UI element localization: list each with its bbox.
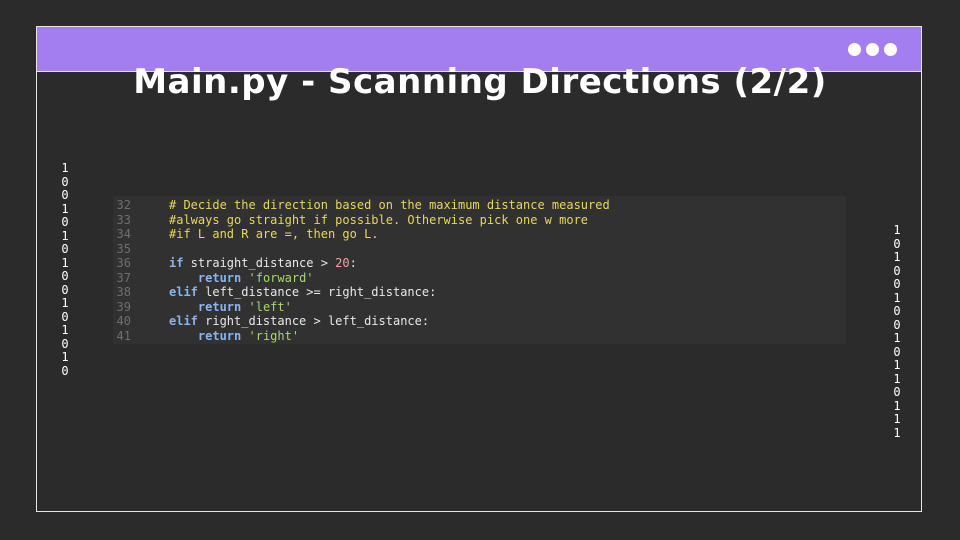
- line-number: 37: [116, 270, 131, 285]
- code-text: return 'forward': [169, 271, 314, 285]
- code-token: if: [169, 256, 184, 271]
- binary-digit: 1: [893, 358, 901, 372]
- code-snippet: 32 # Decide the direction based on the ma…: [113, 196, 846, 344]
- code-line: 38 elif left_distance >= right_distance:: [113, 285, 846, 300]
- code-token: :: [349, 256, 357, 271]
- code-text: return 'left': [169, 300, 292, 314]
- more-dots-icon[interactable]: [848, 43, 897, 56]
- code-token: elif: [169, 285, 198, 300]
- code-token: #if L and R are =, then go L.: [169, 227, 379, 242]
- code-text: if straight_distance > 20:: [169, 256, 357, 270]
- line-number: 39: [116, 299, 131, 314]
- binary-digit: 1: [61, 228, 69, 243]
- code-text: return 'right': [169, 329, 299, 343]
- code-token: elif: [169, 314, 198, 329]
- binary-digit: 1: [893, 425, 901, 440]
- line-number: 33: [116, 212, 131, 227]
- code-token: #always go straight if possible. Otherwi…: [169, 212, 589, 227]
- code-text: elif left_distance >= right_distance:: [169, 285, 436, 299]
- binary-digit: 0: [61, 309, 69, 324]
- code-token: return: [197, 299, 242, 314]
- binary-digit: 1: [893, 250, 901, 264]
- binary-digit: 0: [893, 277, 901, 291]
- binary-digit: 1: [893, 290, 901, 305]
- binary-digit: 0: [61, 215, 69, 229]
- code-token: right_distance > left_distance:: [197, 314, 430, 329]
- binary-digit: 1: [893, 331, 901, 345]
- binary-digit: 1: [893, 371, 901, 386]
- code-token: 'forward': [248, 270, 314, 285]
- dot: [866, 43, 879, 56]
- code-token: # Decide the direction based on the maxi…: [169, 198, 610, 213]
- code-line: 40 elif right_distance > left_distance:: [113, 314, 846, 329]
- code-token: return: [197, 270, 242, 285]
- binary-digit: 1: [893, 398, 901, 413]
- binary-digit: 0: [61, 188, 69, 202]
- binary-digit: 0: [893, 317, 901, 332]
- code-line: 33 #always go straight if possible. Other…: [113, 213, 846, 228]
- code-text: elif right_distance > left_distance:: [169, 314, 429, 328]
- binary-digit: 1: [61, 350, 69, 364]
- binary-digit: 1: [61, 323, 69, 337]
- code-line: 34 #if L and R are =, then go L.: [113, 227, 846, 242]
- binary-digit: 0: [893, 236, 901, 251]
- code-text: #if L and R are =, then go L.: [169, 227, 379, 241]
- binary-digit: 0: [61, 242, 69, 256]
- binary-digit: 0: [893, 263, 901, 278]
- binary-digit: 0: [61, 282, 69, 297]
- line-number: 35: [116, 241, 131, 256]
- binary-digit: 1: [61, 255, 69, 270]
- binary-digit: 1: [893, 412, 901, 426]
- binary-column-right: 1010010010110111: [892, 223, 902, 440]
- binary-digit: 0: [893, 304, 901, 318]
- code-token: 20: [335, 256, 350, 271]
- code-token: straight_distance >: [183, 256, 336, 271]
- code-line: 37 return 'forward': [113, 271, 846, 286]
- code-text: #always go straight if possible. Otherwi…: [169, 213, 588, 227]
- line-number: 32: [116, 198, 131, 213]
- code-token: left_distance >= right_distance:: [197, 285, 437, 300]
- dot: [848, 43, 861, 56]
- code-text: # Decide the direction based on the maxi…: [169, 198, 610, 212]
- code-line: 36 if straight_distance > 20:: [113, 256, 846, 271]
- code-line: 32 # Decide the direction based on the ma…: [113, 198, 846, 213]
- binary-digit: 0: [61, 336, 69, 351]
- binary-digit: 0: [61, 363, 69, 378]
- binary-digit: 1: [893, 223, 901, 237]
- code-line: 41 return 'right': [113, 329, 846, 344]
- line-number: 34: [116, 227, 131, 242]
- binary-digit: 1: [61, 296, 69, 310]
- slide-title: Main.py - Scanning Directions (2/2): [133, 62, 827, 102]
- code-line: 39 return 'left': [113, 300, 846, 315]
- code-line: 35: [113, 242, 846, 257]
- binary-digit: 1: [61, 161, 69, 175]
- dot: [884, 43, 897, 56]
- line-number: 40: [116, 314, 131, 329]
- binary-column-left: 1001010100101010: [60, 161, 70, 378]
- code-token: 'left': [248, 299, 292, 314]
- binary-digit: 0: [893, 385, 901, 399]
- binary-digit: 0: [893, 344, 901, 359]
- code-token: 'right': [248, 328, 300, 343]
- binary-digit: 0: [61, 269, 69, 283]
- binary-digit: 0: [61, 174, 69, 189]
- code-token: return: [197, 328, 242, 343]
- line-number: 38: [116, 285, 131, 300]
- binary-digit: 1: [61, 201, 69, 216]
- line-number: 41: [116, 328, 131, 343]
- line-number: 36: [116, 256, 131, 271]
